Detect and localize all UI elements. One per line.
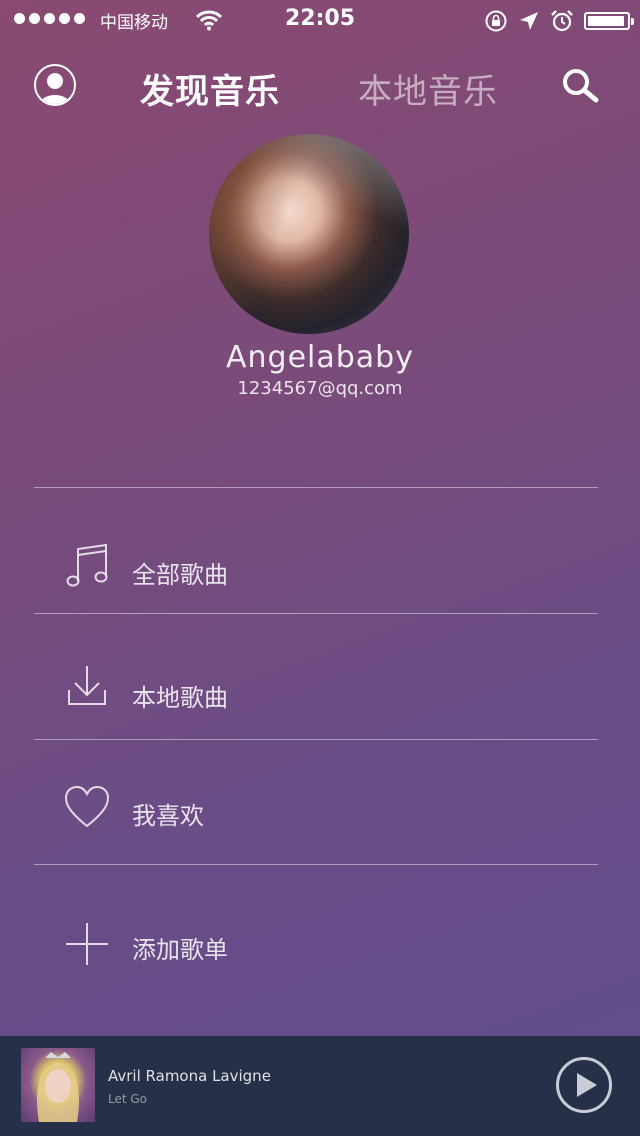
- menu-item-label: 全部歌曲: [132, 561, 228, 589]
- menu-item-label: 我喜欢: [132, 802, 204, 830]
- user-name: Angelababy: [226, 340, 414, 375]
- menu-item-label: 本地歌曲: [132, 684, 228, 712]
- play-button[interactable]: [555, 1056, 613, 1114]
- status-bar: 中国移动 22:05: [0, 0, 640, 40]
- user-email: 1234567@qq.com: [237, 378, 403, 399]
- download-icon: [68, 666, 106, 705]
- divider: [34, 487, 598, 488]
- menu-item-local-songs[interactable]: 本地歌曲: [34, 646, 598, 736]
- user-profile-icon[interactable]: [34, 64, 76, 106]
- divider: [34, 613, 598, 614]
- user-avatar[interactable]: [209, 134, 409, 334]
- song-title: Let Go: [108, 1092, 148, 1106]
- menu-item-label: 添加歌单: [132, 936, 228, 964]
- menu-item-add-playlist[interactable]: 添加歌单: [34, 898, 598, 988]
- music-note-icon: [66, 543, 108, 587]
- mini-player[interactable]: Avril Ramona Lavigne Let Go: [0, 1036, 640, 1136]
- tab-discover-music[interactable]: 发现音乐: [140, 64, 280, 113]
- alarm-icon: [551, 10, 573, 32]
- top-nav: 发现音乐 本地音乐: [0, 56, 640, 116]
- menu-item-favorites[interactable]: 我喜欢: [34, 764, 598, 854]
- plus-icon: [66, 923, 108, 965]
- search-icon[interactable]: [560, 66, 600, 106]
- heart-icon: [64, 785, 110, 828]
- divider: [34, 739, 598, 740]
- battery-icon: [584, 12, 634, 30]
- tab-local-music[interactable]: 本地音乐: [358, 64, 498, 113]
- album-art[interactable]: [21, 1048, 95, 1122]
- divider: [34, 864, 598, 865]
- orientation-lock-icon: [485, 10, 507, 32]
- artist-name: Avril Ramona Lavigne: [108, 1067, 271, 1085]
- menu-item-all-songs[interactable]: 全部歌曲: [34, 523, 598, 613]
- location-arrow-icon: [520, 12, 538, 30]
